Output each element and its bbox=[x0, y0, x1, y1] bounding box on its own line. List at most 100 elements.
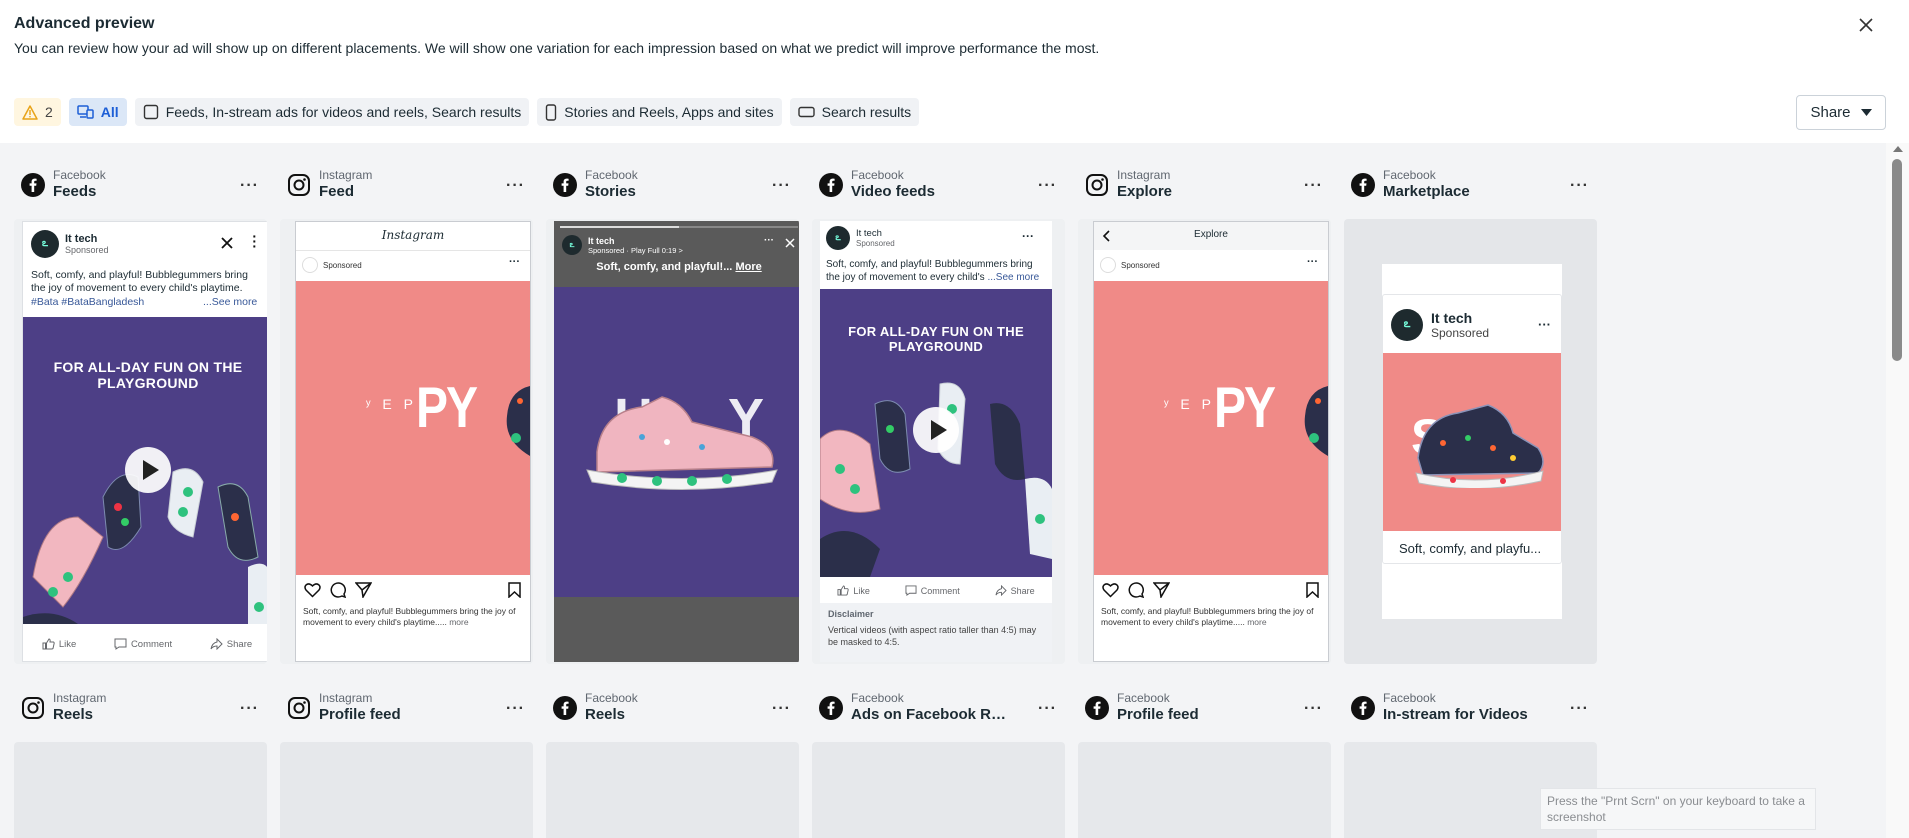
ad-preview: ఽ It tech Sponsored ··· SN bbox=[1344, 219, 1597, 664]
card-more-button[interactable]: ··· bbox=[1038, 177, 1057, 195]
card-more-button[interactable]: ··· bbox=[506, 177, 525, 195]
close-button[interactable] bbox=[1855, 14, 1877, 36]
reaction-bar: Like Comment Share bbox=[23, 638, 267, 650]
filter-feeds[interactable]: Feeds, In-stream ads for videos and reel… bbox=[134, 98, 530, 126]
fb-feed-frame: ఽ It tech Sponsored · · · Soft, comfy, and… bbox=[22, 221, 267, 662]
close-icon[interactable] bbox=[785, 238, 795, 248]
card-more-button[interactable]: ··· bbox=[1038, 700, 1057, 718]
comment-button[interactable]: Comment bbox=[905, 585, 960, 596]
facebook-icon bbox=[21, 173, 45, 197]
comment-icon[interactable] bbox=[330, 582, 346, 598]
card-more-button[interactable]: ··· bbox=[772, 177, 791, 195]
ig-explore-frame: Explore Sponsored ··· ʸ E P PY Soft, com… bbox=[1093, 221, 1329, 662]
close-icon[interactable] bbox=[221, 237, 233, 249]
card-header: Facebook Feeds ··· bbox=[14, 165, 267, 205]
heart-icon[interactable] bbox=[304, 582, 321, 598]
preview-card-facebook-profile-feed: Facebook Profile feed ··· bbox=[1078, 688, 1331, 838]
preview-card-facebook-feeds: Facebook Feeds ··· ఽ It tech Sponsored · ·… bbox=[14, 165, 267, 664]
card-header: Instagram Feed ··· bbox=[280, 165, 533, 205]
page-name: It tech bbox=[588, 235, 615, 246]
bookmark-icon[interactable] bbox=[508, 582, 521, 598]
card-more-button[interactable]: ··· bbox=[506, 700, 525, 718]
page-name: It tech bbox=[65, 233, 98, 245]
ad-preview: Instagram Sponsored ··· ʸ E P PY Soft, c… bbox=[280, 219, 533, 664]
card-header: Instagram Profile feed ··· bbox=[280, 688, 533, 728]
placement-name: Feeds bbox=[53, 183, 97, 201]
placement-name: Reels bbox=[585, 706, 626, 724]
like-button[interactable]: Like bbox=[837, 585, 870, 596]
ig-more-link[interactable]: more bbox=[1247, 617, 1266, 627]
phone-icon bbox=[546, 103, 557, 121]
avatar: ఽ bbox=[31, 230, 59, 258]
more-options-icon[interactable]: ··· bbox=[764, 235, 774, 246]
filter-stories[interactable]: Stories and Reels, Apps and sites bbox=[537, 98, 782, 126]
card-more-button[interactable]: ··· bbox=[1570, 700, 1589, 718]
preview-card-instagram-feed: Instagram Feed ··· Instagram Sponsored ··… bbox=[280, 165, 533, 664]
card-more-button[interactable]: ··· bbox=[772, 700, 791, 718]
card-more-button[interactable]: ··· bbox=[240, 700, 259, 718]
play-button[interactable] bbox=[913, 407, 959, 453]
scroll-up-arrow-icon[interactable] bbox=[1893, 146, 1903, 152]
see-more-link[interactable]: ...See more bbox=[987, 272, 1039, 283]
more-options-icon[interactable]: ··· bbox=[509, 256, 520, 268]
ad-hashtags[interactable]: #Bata #BataBangladesh bbox=[31, 296, 144, 309]
creative-text-small: ʸ E P bbox=[366, 396, 417, 412]
warnings-chip[interactable]: 2 bbox=[14, 98, 61, 126]
platform-name: Instagram bbox=[53, 691, 107, 706]
shoe-arc-image bbox=[820, 382, 1052, 577]
comment-button[interactable]: Comment bbox=[114, 638, 172, 650]
ad-creative-video: FOR ALL-DAY FUN ON THE PLAYGROUND bbox=[820, 289, 1052, 577]
card-more-button[interactable]: ··· bbox=[1304, 177, 1323, 195]
devices-icon bbox=[77, 105, 94, 119]
placement-name: Profile feed bbox=[319, 706, 401, 724]
facebook-icon bbox=[819, 173, 843, 197]
card-more-button[interactable]: ··· bbox=[1570, 177, 1589, 195]
story-subtitle: Sponsored · Play Full 0:19 > bbox=[588, 245, 683, 255]
reaction-bar: Like Comment Share bbox=[820, 585, 1052, 596]
bookmark-icon[interactable] bbox=[1306, 582, 1319, 598]
kebab-menu-icon[interactable]: · · · bbox=[252, 229, 257, 252]
card-more-button[interactable]: ··· bbox=[1304, 700, 1323, 718]
more-options-icon[interactable]: ··· bbox=[1538, 317, 1551, 332]
ig-action-row bbox=[304, 582, 372, 598]
placement-name: Profile feed bbox=[1117, 706, 1199, 724]
see-more-link[interactable]: ...See more bbox=[203, 296, 257, 309]
like-button[interactable]: Like bbox=[42, 638, 76, 650]
card-more-button[interactable]: ··· bbox=[240, 177, 259, 195]
facebook-icon bbox=[819, 696, 843, 720]
marketplace-ad-card[interactable]: ఽ It tech Sponsored ··· SN bbox=[1382, 294, 1562, 564]
sponsored-label: Sponsored bbox=[1121, 260, 1160, 270]
share-action-button[interactable]: Share bbox=[995, 585, 1035, 596]
ig-more-link[interactable]: more bbox=[449, 617, 468, 627]
share-label: Share bbox=[226, 638, 253, 650]
send-icon[interactable] bbox=[355, 582, 372, 598]
vertical-scrollbar[interactable] bbox=[1886, 143, 1909, 838]
story-more-link[interactable]: More bbox=[735, 261, 761, 273]
ad-preview: Explore Sponsored ··· ʸ E P PY Soft, com… bbox=[1078, 219, 1331, 664]
more-options-icon[interactable]: ··· bbox=[1307, 256, 1318, 268]
heart-icon[interactable] bbox=[1102, 582, 1119, 598]
scrollbar-thumb[interactable] bbox=[1892, 159, 1902, 361]
close-icon bbox=[1859, 18, 1873, 32]
facebook-icon bbox=[1351, 696, 1375, 720]
more-options-icon[interactable]: ··· bbox=[1022, 229, 1034, 243]
ad-preview-loading bbox=[546, 742, 799, 838]
platform-name: Instagram bbox=[1117, 168, 1171, 183]
placement-name: Feed bbox=[319, 183, 355, 201]
filter-search[interactable]: Search results bbox=[789, 98, 920, 126]
share-action-button[interactable]: Share bbox=[210, 638, 252, 650]
play-button[interactable] bbox=[125, 447, 171, 493]
platform-name: Instagram bbox=[319, 691, 373, 706]
placement-name: Stories bbox=[585, 183, 636, 201]
comment-icon[interactable] bbox=[1128, 582, 1144, 598]
filter-all[interactable]: All bbox=[68, 98, 127, 126]
comment-label: Comment bbox=[130, 638, 173, 650]
page-name: It tech bbox=[856, 228, 882, 239]
facebook-icon bbox=[553, 173, 577, 197]
share-button[interactable]: Share bbox=[1796, 95, 1886, 130]
disclaimer-text: Vertical videos (with aspect ratio talle… bbox=[828, 625, 1037, 647]
send-icon[interactable] bbox=[1153, 582, 1170, 598]
instagram-icon bbox=[287, 696, 311, 720]
preview-card-instagram-reels: Instagram Reels ··· bbox=[14, 688, 267, 838]
filter-search-label: Search results bbox=[821, 104, 912, 120]
